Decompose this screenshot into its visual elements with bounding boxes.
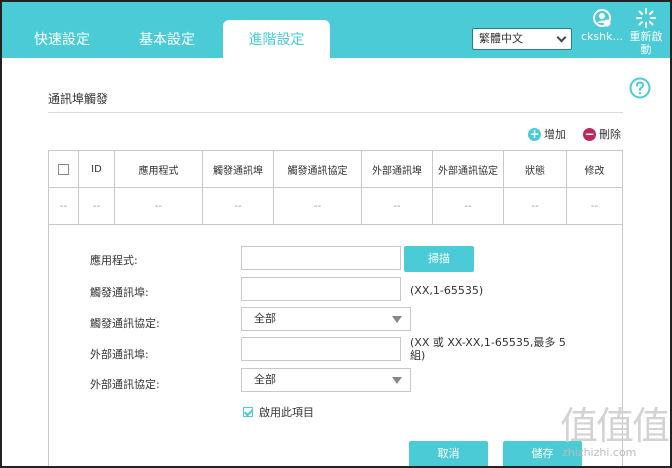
table-row: -- -- -- -- -- -- -- -- -- (49, 188, 622, 225)
enable-label: 啟用此項目 (259, 406, 314, 419)
table-cell: -- (362, 188, 433, 224)
header-id: ID (79, 151, 115, 187)
add-button[interactable]: + 增加 (528, 126, 566, 142)
language-value: 繁體中文 (479, 32, 523, 45)
header-select-cell (49, 151, 79, 187)
dropdown-arrow-icon (392, 316, 402, 323)
table-cell: -- (504, 188, 567, 224)
table-cell: -- (433, 188, 504, 224)
top-header: 快速設定 基本設定 進階設定 繁體中文 ckshk... 重新啟 動 (2, 2, 670, 58)
table-cell: -- (49, 188, 79, 224)
tab-advanced-settings[interactable]: 進階設定 (223, 20, 330, 58)
trigger-protocol-select[interactable]: 全部 (241, 307, 411, 331)
chevron-down-icon (556, 32, 567, 43)
select-all-checkbox[interactable] (58, 163, 69, 175)
trigger-protocol-value: 全部 (254, 312, 276, 325)
help-icon[interactable] (629, 77, 651, 99)
header-application: 應用程式 (115, 151, 203, 187)
external-protocol-label: 外部通訊協定: (90, 378, 160, 391)
enable-entry-row[interactable]: 啟用此項目 (243, 404, 314, 420)
application-input[interactable] (241, 246, 401, 270)
language-select[interactable]: 繁體中文 (472, 28, 572, 50)
external-port-hint-line2: 組) (410, 349, 426, 362)
tab-quick-setup[interactable]: 快速設定 (12, 22, 112, 58)
app-label: 應用程式: (90, 254, 138, 267)
section-title: 通訊埠觸發 (48, 92, 109, 106)
scan-button[interactable]: 掃描 (404, 246, 474, 272)
header-external-port: 外部通訊埠 (362, 151, 433, 187)
header-trigger-port: 觸發通訊埠 (203, 151, 274, 187)
reboot-icon (636, 8, 656, 28)
cancel-button[interactable]: 取消 (409, 441, 488, 467)
trigger-port-input[interactable] (241, 277, 401, 301)
plus-icon: + (528, 126, 541, 141)
delete-button[interactable]: − 刪除 (583, 126, 621, 142)
reboot-label-line2: 動 (640, 43, 652, 56)
watermark-url: zhizhizhi.com (562, 446, 637, 459)
user-label: ckshk... (581, 30, 623, 43)
add-label: 增加 (544, 128, 566, 141)
external-protocol-value: 全部 (254, 373, 276, 386)
tab-basic-settings[interactable]: 基本設定 (117, 22, 217, 58)
table-cell: -- (203, 188, 274, 224)
header-status: 狀態 (504, 151, 567, 187)
user-icon (593, 9, 611, 27)
trigger-protocol-label: 觸發通訊協定: (90, 317, 160, 330)
minus-icon: − (583, 126, 596, 141)
table-cell: -- (590, 200, 599, 212)
header-modify: 修改 (584, 165, 605, 177)
table-header: ID 應用程式 觸發通訊埠 觸發通訊協定 外部通訊埠 外部通訊協定 狀態 修改 (49, 151, 622, 188)
table-cell: -- (115, 188, 203, 224)
external-port-input[interactable] (241, 337, 401, 361)
delete-label: 刪除 (599, 128, 621, 141)
enable-checkbox[interactable] (243, 407, 253, 417)
user-account-button[interactable]: ckshk... (580, 8, 624, 43)
header-external-protocol: 外部通訊協定 (433, 151, 504, 187)
table-cell: -- (274, 188, 362, 224)
external-port-label: 外部通訊埠: (90, 348, 149, 361)
external-protocol-select[interactable]: 全部 (241, 368, 411, 392)
external-port-hint: (XX 或 XX-XX,1-65535,最多 5 組) (410, 336, 566, 362)
table-cell: -- (79, 188, 115, 224)
header-trigger-protocol: 觸發通訊協定 (274, 151, 362, 187)
dropdown-arrow-icon (392, 377, 402, 384)
reboot-button[interactable]: 重新啟 動 (626, 8, 666, 56)
trigger-port-hint: (XX,1-65535) (410, 284, 484, 297)
title-divider (48, 112, 623, 113)
reboot-label-line1: 重新啟 (629, 30, 663, 43)
external-port-hint-line1: (XX 或 XX-XX,1-65535,最多 5 (410, 336, 566, 349)
trigger-port-label: 觸發通訊埠: (90, 286, 149, 299)
